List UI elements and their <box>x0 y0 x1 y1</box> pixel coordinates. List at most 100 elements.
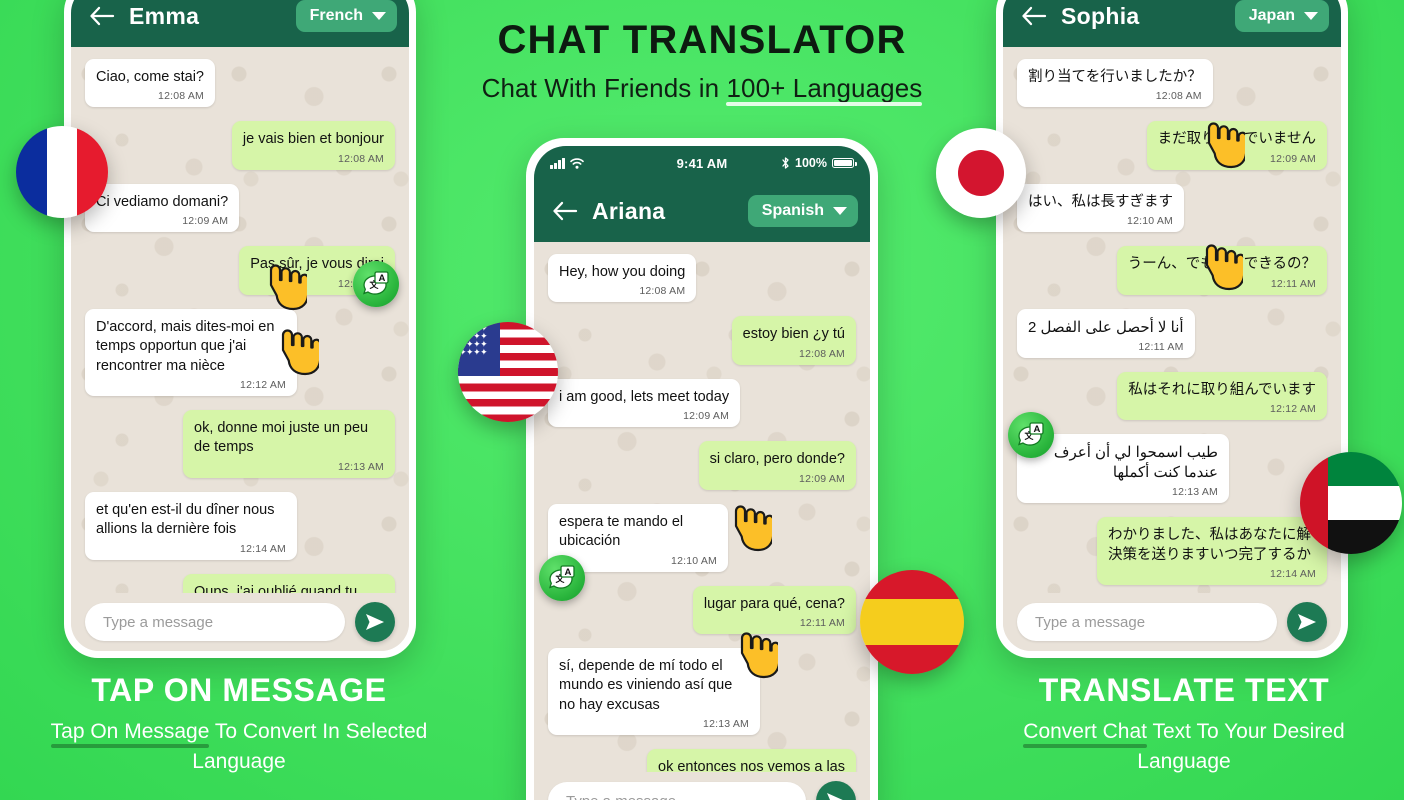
chevron-down-icon <box>1304 12 1318 20</box>
phone-right: Sophia Japan 割り当てを行いましたか？ 12:08 AM まだ取り組ん… <box>996 0 1348 658</box>
message-bubble: sí, depende de mí todo el mundo es vinie… <box>548 647 760 736</box>
translate-icon: 文 A <box>362 271 389 295</box>
message-bubble: D'accord, mais dites-moi en temps opport… <box>85 308 297 396</box>
caption-highlight: Tap On Message <box>50 717 209 748</box>
caption-subtitle: Convert Chat Text To Your Desired Langua… <box>994 717 1374 777</box>
message-time: 12:09 AM <box>683 410 730 423</box>
phone-left-screen: Emma French Ciao, come stai? 12:08 AM je … <box>71 0 409 651</box>
message-time: 12:13 AM <box>1172 486 1218 499</box>
svg-text:A: A <box>565 567 572 578</box>
message-row[interactable]: わかりました、私はあなたに解決策を送りますいつ完了するか 12:14 AM <box>1017 517 1327 586</box>
message-time: 12:08 AM <box>1155 90 1202 103</box>
message-row[interactable]: ok, donne moi juste un peu de temps 12:13… <box>85 409 395 478</box>
flag-japan <box>936 128 1026 218</box>
chat-header-right: Sophia Japan <box>1003 0 1341 47</box>
message-row[interactable]: طيب اسمحوا لي أن أعرف عندما كنت أكملها 12… <box>1017 434 1327 504</box>
message-row[interactable]: 私はそれに取り組んでいます 12:12 AM <box>1017 371 1327 421</box>
language-selector-center[interactable]: Spanish <box>747 195 858 227</box>
message-row[interactable]: espera te mando el ubicación 12:10 AM <box>548 503 856 572</box>
message-row[interactable]: 割り当てを行いましたか？ 12:08 AM <box>1017 59 1327 108</box>
language-label: Japan <box>1248 7 1295 24</box>
message-row[interactable]: Oups, j'ai oublié quand tu aimer12:20 AM <box>85 573 395 593</box>
caption-title: TAP ON MESSAGE <box>91 672 387 708</box>
message-row[interactable]: はい、私は長すぎます 12:10 AM <box>1017 183 1327 233</box>
message-input[interactable]: Type a message <box>1017 603 1277 641</box>
message-text: わかりました、私はあなたに解決策を送りますいつ完了するか <box>1108 527 1311 563</box>
signal-bars-icon <box>550 157 565 169</box>
message-row[interactable]: si claro, pero donde? 12:09 AM <box>548 441 856 490</box>
message-row[interactable]: i am good, lets meet today 12:09 AM <box>548 378 856 428</box>
message-time: 12:09 AM <box>182 215 229 228</box>
translate-button[interactable]: 文 A <box>353 261 399 307</box>
battery-percent: 100% <box>795 156 827 170</box>
translate-button[interactable]: 文 A <box>539 555 585 601</box>
message-text: うーん、でも何ができるの？ <box>1127 256 1316 273</box>
usa-flag-icon: ✦✦✦✦ ✦✦✦✦ ✦✦✦✦ ✦✦✦✦ <box>458 322 558 422</box>
chat-body-right[interactable]: 割り当てを行いましたか？ 12:08 AM まだ取り組んでいません 12:09 AM… <box>1003 47 1341 593</box>
message-bubble: まだ取り組んでいません 12:09 AM <box>1146 121 1327 170</box>
send-button[interactable] <box>816 781 856 800</box>
message-text: ok, donne moi juste un peu de temps <box>194 419 369 456</box>
arrow-left-icon[interactable] <box>89 5 115 27</box>
message-row[interactable]: Ci vediamo domani? 12:09 AM <box>85 183 395 233</box>
message-row[interactable]: et qu'en est-il du dîner nous allions la… <box>85 491 395 560</box>
message-time: 12:12 AM <box>1270 403 1316 416</box>
send-icon <box>366 614 384 630</box>
message-time: 12:10 AM <box>671 554 717 567</box>
message-input[interactable]: Type a message <box>85 603 345 641</box>
message-bubble: أنا لا أحصل على الفصل 2 12:11 AM <box>1017 308 1195 358</box>
message-text: espera te mando el ubicación <box>559 513 684 550</box>
caption-rest: Text To Your Desired Language <box>1137 720 1345 773</box>
flag-spain <box>860 570 964 674</box>
message-row[interactable]: je vais bien et bonjour 12:08 AM <box>85 121 395 170</box>
subtitle-prefix: Chat With Friends in <box>481 73 727 103</box>
arrow-left-icon[interactable] <box>552 200 578 222</box>
message-row[interactable]: ok entonces nos vemos a las12:14 AM <box>548 749 856 772</box>
message-row[interactable]: sí, depende de mí todo el mundo es vinie… <box>548 647 856 736</box>
message-input[interactable]: Type a message <box>548 782 806 800</box>
message-bubble: si claro, pero donde? 12:09 AM <box>698 441 856 490</box>
language-selector-right[interactable]: Japan <box>1234 0 1329 32</box>
message-text: Oups, j'ai oublié quand tu aimer <box>194 583 358 593</box>
message-text: estoy bien ¿y tú <box>742 326 845 343</box>
message-list-right: 割り当てを行いましたか？ 12:08 AM まだ取り組んでいません 12:09 AM… <box>1017 59 1327 586</box>
subtitle-highlight: 100+ Languages <box>726 73 923 106</box>
send-button[interactable] <box>355 602 395 642</box>
composer-left: Type a message <box>71 593 409 651</box>
message-row[interactable]: أنا لا أحصل على الفصل 2 12:11 AM <box>1017 308 1327 358</box>
promo-banner: CHAT TRANSLATOR Chat With Friends in 100… <box>0 0 1404 800</box>
message-bubble: 割り当てを行いましたか？ 12:08 AM <box>1017 59 1213 108</box>
language-label: French <box>309 7 363 24</box>
message-row[interactable]: まだ取り組んでいません 12:09 AM <box>1017 121 1327 170</box>
contact-name: Ariana <box>592 197 666 224</box>
message-text: 割り当てを行いましたか？ <box>1028 69 1202 85</box>
message-bubble: 私はそれに取り組んでいます 12:12 AM <box>1117 371 1327 421</box>
message-text: まだ取り組んでいません <box>1157 131 1316 148</box>
chat-header-left: Emma French <box>71 0 409 47</box>
svg-text:A: A <box>379 273 386 284</box>
message-row[interactable]: estoy bien ¿y tú 12:08 AM <box>548 316 856 365</box>
send-button[interactable] <box>1287 602 1327 642</box>
message-bubble: はい、私は長すぎます 12:10 AM <box>1017 183 1184 233</box>
message-row[interactable]: lugar para qué, cena? 12:11 AM <box>548 585 856 634</box>
translate-button[interactable]: 文 A <box>1008 412 1054 458</box>
message-row[interactable]: Pas sûr, je vous dirai12:12 AM <box>85 246 395 295</box>
uae-flag-icon <box>1300 452 1402 554</box>
message-text: Ciao, come stai? <box>96 69 204 85</box>
message-row[interactable]: Hey, how you doing 12:08 AM <box>548 254 856 303</box>
message-bubble: Ci vediamo domani? 12:09 AM <box>85 183 240 233</box>
chat-body-center[interactable]: Hey, how you doing 12:08 AM estoy bien ¿y… <box>534 242 870 772</box>
caption-title: TRANSLATE TEXT <box>1038 672 1330 708</box>
message-row[interactable]: うーん、でも何ができるの？ 12:11 AM <box>1017 246 1327 295</box>
message-row[interactable]: Ciao, come stai? 12:08 AM <box>85 59 395 108</box>
chat-body-left[interactable]: Ciao, come stai? 12:08 AM je vais bien et… <box>71 47 409 593</box>
bluetooth-icon <box>782 157 789 169</box>
message-bubble: ok, donne moi juste un peu de temps 12:13… <box>183 409 395 478</box>
message-text: 私はそれに取り組んでいます <box>1128 381 1316 398</box>
message-text: D'accord, mais dites-moi en temps opport… <box>96 318 275 374</box>
arrow-left-icon[interactable] <box>1021 5 1047 27</box>
language-selector-left[interactable]: French <box>295 0 397 32</box>
battery-icon <box>832 157 857 169</box>
message-row[interactable]: D'accord, mais dites-moi en temps opport… <box>85 308 395 396</box>
message-text: sí, depende de mí todo el mundo es vinie… <box>559 657 733 713</box>
